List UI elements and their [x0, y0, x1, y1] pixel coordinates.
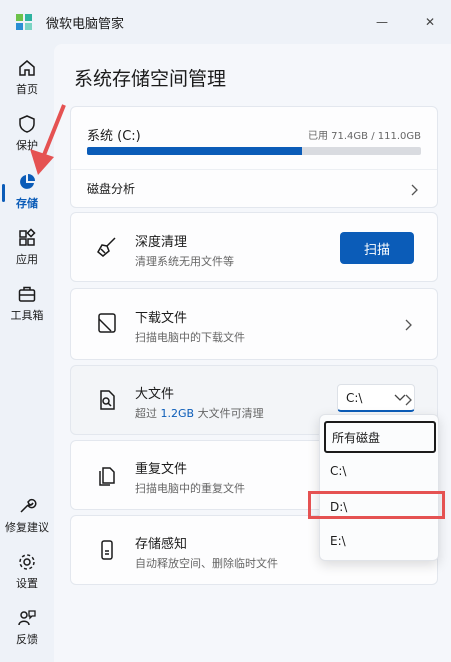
feedback-icon — [18, 609, 36, 625]
sidebar-item-label: 反馈 — [16, 632, 38, 646]
broom-icon — [97, 237, 116, 257]
large-files-title: 大文件 — [135, 387, 175, 402]
storage-sense-subtitle: 自动释放空间、删除临时文件 — [135, 557, 278, 570]
subtitle-prefix: 超过 — [135, 407, 157, 420]
file-search-icon — [100, 390, 115, 410]
drive-select-value: C:\ — [346, 391, 363, 405]
sidebar-item-repair[interactable]: 修复建议 — [0, 490, 54, 540]
subtitle-suffix: 大文件可清理 — [197, 407, 264, 420]
chevron-right-icon — [405, 319, 412, 331]
usage-bar — [87, 147, 421, 155]
title-bar: 微软电脑管家 — ✕ — [0, 0, 451, 44]
sidebar-item-label: 设置 — [16, 576, 38, 590]
downloads-card[interactable]: 下载文件 扫描电脑中的下载文件 — [70, 288, 438, 360]
deep-clean-subtitle: 清理系统无用文件等 — [135, 255, 234, 268]
wrench-icon — [20, 498, 37, 513]
sidebar-item-apps[interactable]: 应用 — [0, 222, 54, 272]
sidebar-item-toolbox[interactable]: 工具箱 — [0, 278, 54, 328]
duplicate-files-icon — [99, 467, 115, 486]
app-logo-icon — [16, 14, 32, 30]
apps-icon — [19, 227, 36, 246]
minimize-button[interactable]: — — [370, 10, 394, 34]
drive-name: 系统 (C:) — [87, 129, 141, 144]
sidebar-item-label: 工具箱 — [10, 308, 44, 322]
toolbox-icon — [18, 286, 36, 302]
sidebar-item-label: 存储 — [16, 196, 38, 210]
duplicates-subtitle: 扫描电脑中的重复文件 — [135, 482, 245, 495]
drive-usage-text: 已用 71.4GB / 111.0GB — [307, 131, 421, 142]
annotation-highlight-box — [308, 491, 445, 519]
deep-clean-card: 深度清理 清理系统无用文件等 扫描 — [70, 212, 438, 282]
window-title: 微软电脑管家 — [46, 17, 125, 32]
sidebar-item-home[interactable]: 首页 — [0, 52, 54, 102]
chevron-right-icon — [405, 394, 412, 406]
sidebar-item-feedback[interactable]: 反馈 — [0, 602, 54, 652]
large-files-subtitle: 超过 1.2GB 大文件可清理 — [135, 405, 264, 421]
drive-dropdown: 所有磁盘 C:\ D:\ E:\ — [319, 414, 439, 561]
page-title: 系统存储空间管理 — [74, 68, 227, 90]
sidebar-item-label: 应用 — [16, 252, 38, 266]
sidebar-item-label: 首页 — [16, 82, 38, 96]
downloads-subtitle: 扫描电脑中的下载文件 — [135, 331, 245, 344]
storage-sense-title: 存储感知 — [135, 537, 188, 552]
home-icon — [19, 59, 35, 76]
deep-clean-title: 深度清理 — [135, 235, 188, 250]
disk-analysis-label: 磁盘分析 — [87, 182, 136, 196]
size-threshold: 1.2GB — [160, 407, 195, 420]
drive-card: 系统 (C:) 已用 71.4GB / 111.0GB 磁盘分析 — [70, 106, 438, 208]
downloads-title: 下载文件 — [135, 311, 188, 326]
scan-button[interactable]: 扫描 — [340, 232, 414, 264]
gear-icon — [19, 553, 35, 570]
dropdown-option-all[interactable]: 所有磁盘 — [324, 421, 436, 453]
drive-select[interactable]: C:\ — [337, 384, 415, 412]
main-content: 系统存储空间管理 系统 (C:) 已用 71.4GB / 111.0GB 磁盘分… — [54, 44, 451, 662]
sidebar-item-label: 修复建议 — [5, 520, 49, 534]
duplicates-title: 重复文件 — [135, 462, 188, 477]
dropdown-option-e[interactable]: E:\ — [324, 525, 436, 557]
dropdown-option-c[interactable]: C:\ — [324, 455, 436, 487]
download-file-icon — [98, 313, 116, 333]
sidebar-item-settings[interactable]: 设置 — [0, 546, 54, 596]
phone-storage-icon — [101, 540, 113, 560]
usage-bar-fill — [87, 147, 302, 155]
chevron-right-icon — [411, 184, 418, 196]
annotation-arrow-icon — [30, 104, 66, 175]
close-button[interactable]: ✕ — [418, 10, 442, 34]
disk-analysis-row[interactable]: 磁盘分析 — [71, 170, 437, 208]
